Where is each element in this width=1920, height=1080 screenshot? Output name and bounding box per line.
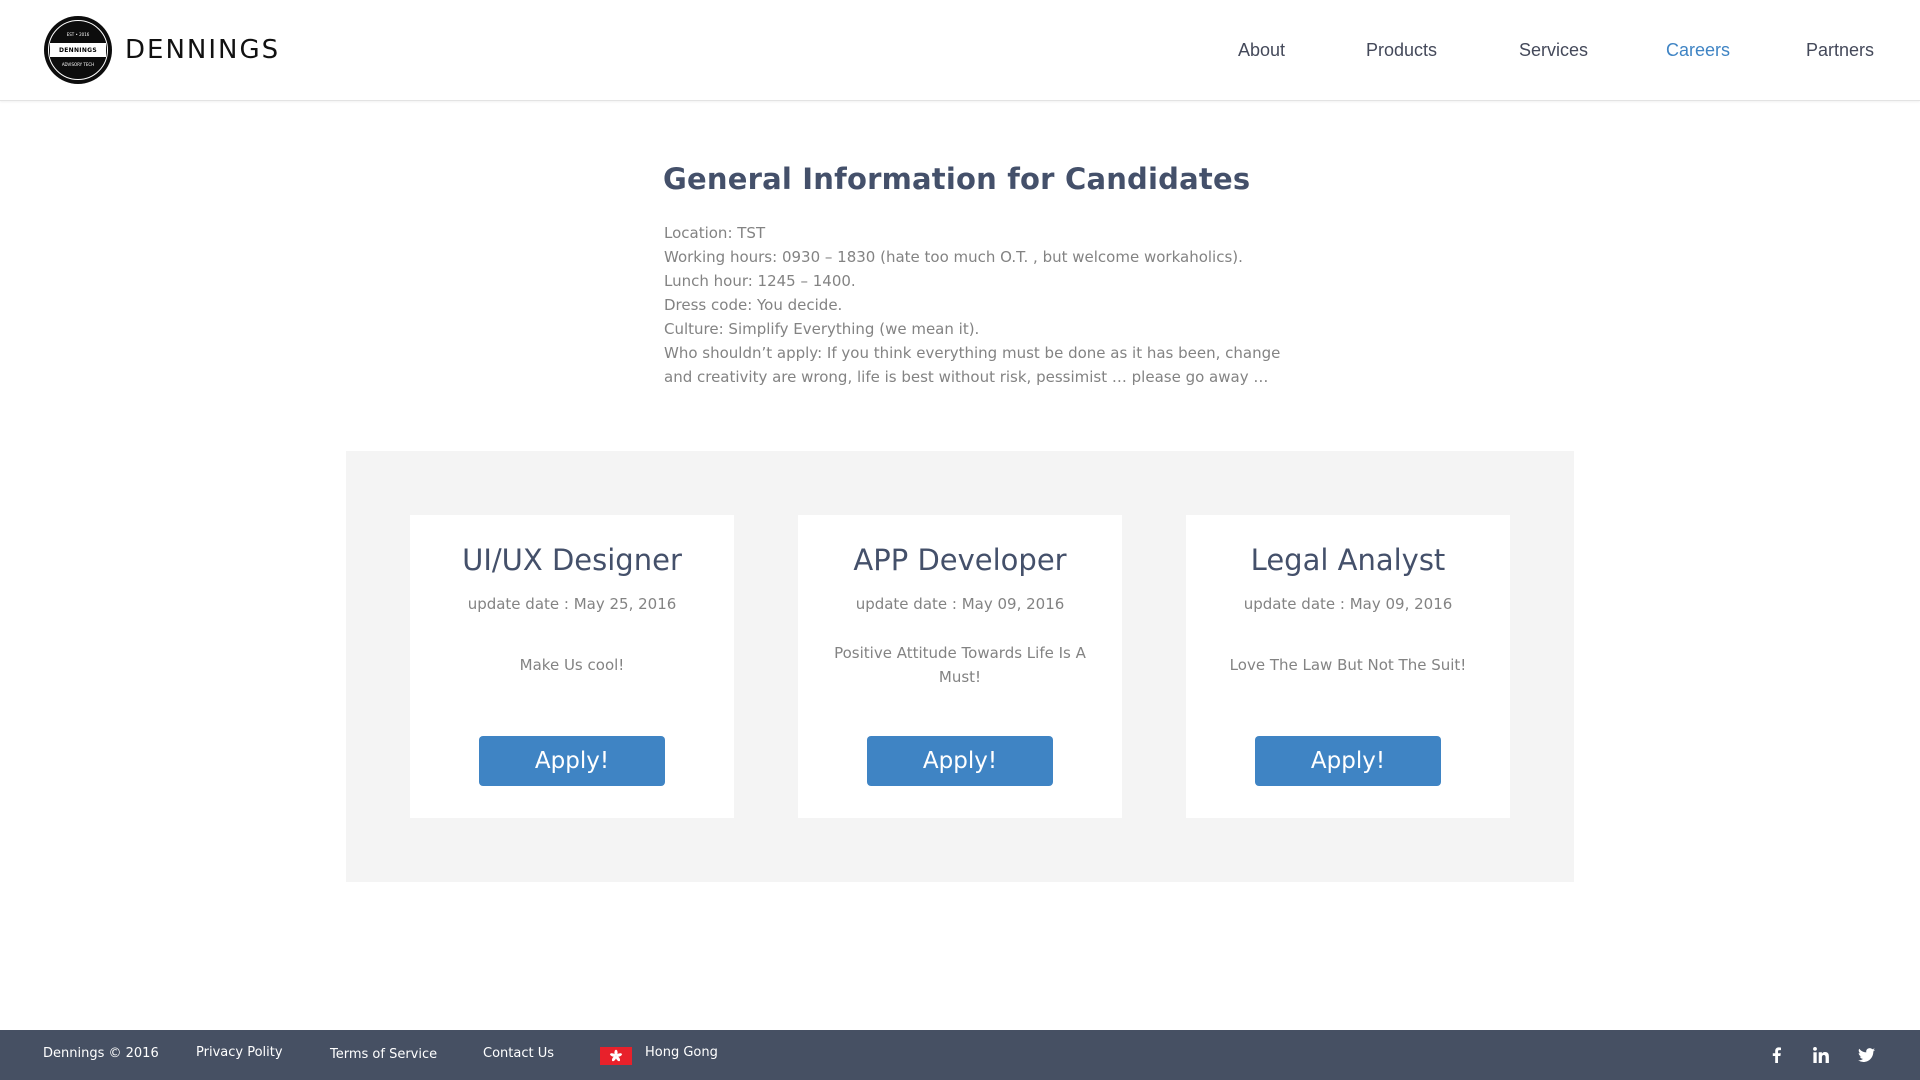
twitter-icon[interactable] [1856, 1045, 1876, 1065]
job-update-date: update date : May 09, 2016 [1243, 595, 1453, 613]
logo-badge-top: EST • 2016 [66, 32, 90, 37]
job-card-legal-analyst: Legal Analyst update date : May 09, 2016… [1186, 515, 1510, 818]
info-who-shouldnt-apply-2: and creativity are wrong, life is best w… [664, 368, 1269, 386]
page-title: General Information for Candidates [663, 162, 1251, 196]
nav-products[interactable]: Products [1366, 40, 1437, 64]
info-location: Location: TST [664, 224, 766, 242]
site-logo[interactable]: EST • 2016 DENNINGS ADVISORY TECH DENNIN… [44, 16, 280, 84]
info-dress-code: Dress code: You decide. [664, 296, 843, 314]
candidate-info: Location: TST Working hours: 0930 – 1830… [664, 221, 1284, 389]
logo-badge-band: DENNINGS [50, 43, 106, 57]
site-footer: Dennings © 2016 Privacy Polity Terms of … [0, 1030, 1920, 1080]
footer-privacy-link[interactable]: Privacy Polity [196, 1045, 283, 1060]
job-card-app-developer: APP Developer update date : May 09, 2016… [798, 515, 1122, 818]
facebook-icon[interactable] [1766, 1045, 1786, 1065]
job-description: Positive Attitude Towards Life Is A Must… [834, 644, 1086, 686]
apply-button-app-developer[interactable]: Apply! [867, 736, 1053, 786]
job-description: Make Us cool! [519, 656, 625, 674]
footer-region-link[interactable]: Hong Gong [645, 1045, 718, 1060]
apply-button-ui-ux-designer[interactable]: Apply! [479, 736, 665, 786]
job-description: Love The Law But Not The Suit! [1229, 656, 1467, 674]
footer-copyright: Dennings © 2016 [43, 1046, 159, 1061]
info-who-shouldnt-apply-1: Who shouldn’t apply: If you think everyt… [664, 344, 1281, 362]
nav-partners[interactable]: Partners [1806, 40, 1874, 64]
footer-terms-link[interactable]: Terms of Service [330, 1047, 437, 1062]
footer-contact-link[interactable]: Contact Us [483, 1046, 554, 1061]
job-update-date: update date : May 09, 2016 [855, 595, 1065, 613]
job-title: UI/UX Designer [462, 543, 682, 577]
logo-text: DENNINGS [125, 35, 281, 65]
logo-badge-bottom: ADVISORY TECH [61, 62, 95, 67]
logo-badge-icon: EST • 2016 DENNINGS ADVISORY TECH [44, 16, 112, 84]
info-lunch-hour: Lunch hour: 1245 – 1400. [664, 272, 856, 290]
nav-about[interactable]: About [1238, 40, 1285, 64]
job-card-ui-ux-designer: UI/UX Designer update date : May 25, 201… [410, 515, 734, 818]
hong-kong-flag-icon [600, 1047, 632, 1065]
apply-button-legal-analyst[interactable]: Apply! [1255, 736, 1441, 786]
job-title: APP Developer [853, 543, 1067, 577]
job-title: Legal Analyst [1250, 543, 1446, 577]
job-update-date: update date : May 25, 2016 [467, 595, 677, 613]
linkedin-icon[interactable] [1811, 1045, 1831, 1065]
info-culture: Culture: Simplify Everything (we mean it… [664, 320, 980, 338]
site-header: EST • 2016 DENNINGS ADVISORY TECH DENNIN… [0, 0, 1920, 101]
info-working-hours: Working hours: 0930 – 1830 (hate too muc… [664, 248, 1243, 266]
nav-careers[interactable]: Careers [1666, 40, 1730, 64]
nav-services[interactable]: Services [1519, 40, 1588, 64]
jobs-panel: UI/UX Designer update date : May 25, 201… [346, 451, 1574, 882]
